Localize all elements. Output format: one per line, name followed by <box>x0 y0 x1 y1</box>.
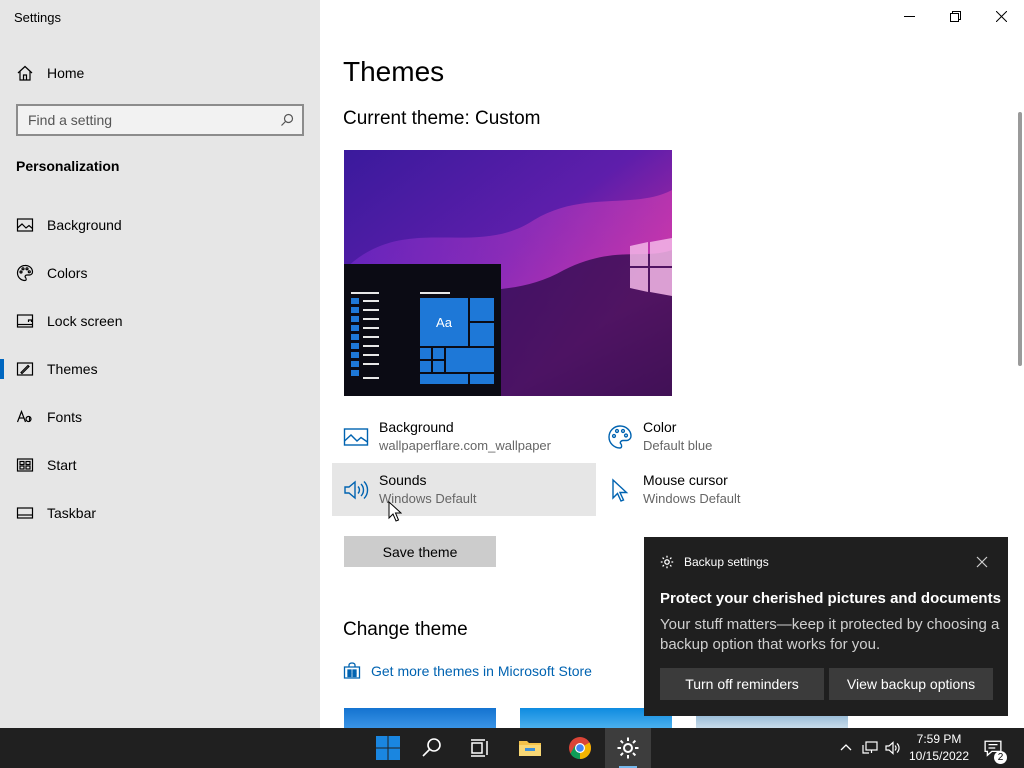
sidebar-item-colors[interactable]: Colors <box>0 253 320 293</box>
mouse-pointer-icon <box>388 501 402 522</box>
taskbar-icon <box>16 507 34 519</box>
sounds-setting-name: Sounds <box>379 472 427 488</box>
clock[interactable]: 7:59 PM 10/15/2022 <box>906 731 972 765</box>
sidebar-item-start[interactable]: Start <box>0 445 320 485</box>
save-theme-button[interactable]: Save theme <box>344 536 496 567</box>
sidebar-item-label: Start <box>47 457 77 473</box>
sidebar-item-lock-screen[interactable]: Lock screen <box>0 301 320 341</box>
gear-icon <box>660 555 674 569</box>
sidebar-home-label: Home <box>47 65 85 81</box>
theme-thumbnail-1[interactable] <box>344 708 496 728</box>
sidebar-item-fonts[interactable]: Fonts <box>0 397 320 437</box>
theme-sounds-setting[interactable]: Sounds Windows Default <box>343 471 477 509</box>
sidebar-item-label: Taskbar <box>47 505 97 521</box>
change-theme-heading: Change theme <box>343 619 468 640</box>
close-icon <box>995 10 1007 22</box>
notification-count-badge: 2 <box>994 751 1007 764</box>
store-link-label: Get more themes in Microsoft Store <box>371 663 592 679</box>
scrollbar[interactable] <box>1018 112 1022 366</box>
theme-color-setting[interactable]: Color Default blue <box>607 418 712 456</box>
palette-icon <box>16 264 34 282</box>
sidebar-item-label: Fonts <box>47 409 83 425</box>
volume-button[interactable] <box>885 728 901 768</box>
color-setting-value: Default blue <box>643 438 713 453</box>
windows-logo-icon <box>376 736 400 760</box>
search-icon[interactable] <box>280 113 294 127</box>
fonts-icon <box>16 409 32 423</box>
search-box[interactable] <box>16 104 304 136</box>
theme-background-setting[interactable]: Background wallpaperflare.com_wallpaper <box>343 418 551 456</box>
start-button[interactable] <box>365 728 411 768</box>
close-button[interactable] <box>978 0 1024 32</box>
start-icon <box>16 458 34 472</box>
color-setting-name: Color <box>643 419 677 435</box>
file-explorer-button[interactable] <box>507 728 553 768</box>
sidebar-item-label: Themes <box>47 361 98 377</box>
wallpaper-image <box>344 150 672 396</box>
sidebar-home[interactable]: Home <box>16 62 84 84</box>
speaker-icon <box>344 480 369 500</box>
clock-date: 10/15/2022 <box>908 749 970 763</box>
volume-icon <box>885 741 900 755</box>
palette-icon <box>608 425 632 449</box>
view-backup-options-button[interactable]: View backup options <box>829 668 993 700</box>
sidebar-item-themes[interactable]: Themes <box>0 349 320 389</box>
store-icon <box>343 662 361 679</box>
taskbar: 7:59 PM 10/15/2022 <box>0 728 1024 768</box>
theme-preview: Aa <box>344 150 672 396</box>
sidebar-item-label: Background <box>47 217 122 233</box>
network-icon <box>862 741 878 754</box>
search-input[interactable] <box>28 112 280 128</box>
toast-close-icon[interactable] <box>976 556 988 568</box>
lock-screen-icon <box>16 314 34 328</box>
sidebar-item-label: Lock screen <box>47 313 123 329</box>
restore-button[interactable] <box>932 0 978 32</box>
restore-icon <box>949 10 961 22</box>
sidebar-item-taskbar[interactable]: Taskbar <box>0 493 320 533</box>
sidebar: Settings Home Personalization Background… <box>0 0 320 728</box>
microsoft-store-link[interactable]: Get more themes in Microsoft Store <box>343 662 592 680</box>
section-title: Personalization <box>16 158 120 174</box>
taskbar-search-button[interactable] <box>409 728 455 768</box>
minimize-icon <box>903 15 915 17</box>
turn-off-reminders-button[interactable]: Turn off reminders <box>660 668 824 700</box>
network-button[interactable] <box>862 728 878 768</box>
app-title: Settings <box>14 10 61 25</box>
background-setting-name: Background <box>379 419 454 435</box>
settings-taskbar-button[interactable] <box>605 728 651 768</box>
chrome-icon <box>569 737 591 759</box>
search-icon <box>422 738 441 757</box>
sidebar-item-background[interactable]: Background <box>0 205 320 245</box>
toast-header: Backup settings <box>660 555 769 569</box>
task-view-icon <box>471 739 488 757</box>
home-icon <box>17 65 33 81</box>
current-theme-label: Current theme: Custom <box>343 108 541 129</box>
show-hidden-icons-button[interactable] <box>838 728 854 768</box>
minimize-button[interactable] <box>886 0 932 32</box>
mouse-cursor-setting-value: Windows Default <box>643 491 741 506</box>
preview-sample-text: Aa <box>436 314 452 330</box>
toast-title: Protect your cherished pictures and docu… <box>660 590 1001 607</box>
theme-mouse-cursor-setting[interactable]: Mouse cursor Windows Default <box>607 471 741 509</box>
background-setting-value: wallpaperflare.com_wallpaper <box>379 438 551 453</box>
sidebar-item-label: Colors <box>47 265 88 281</box>
mouse-cursor-setting-name: Mouse cursor <box>643 472 728 488</box>
picture-icon <box>343 428 369 446</box>
toast-app-name: Backup settings <box>684 555 769 569</box>
folder-icon <box>519 741 541 756</box>
chrome-button[interactable] <box>557 728 603 768</box>
picture-icon <box>16 218 34 232</box>
toast-body: Your stuff matters—keep it protected by … <box>660 616 1000 653</box>
task-view-button[interactable] <box>457 728 503 768</box>
clock-time: 7:59 PM <box>916 732 962 746</box>
themes-icon <box>16 362 34 376</box>
chevron-up-icon <box>840 744 852 751</box>
mouse-cursor-icon <box>612 478 629 502</box>
page-title: Themes <box>343 56 445 87</box>
gear-icon <box>617 737 639 759</box>
